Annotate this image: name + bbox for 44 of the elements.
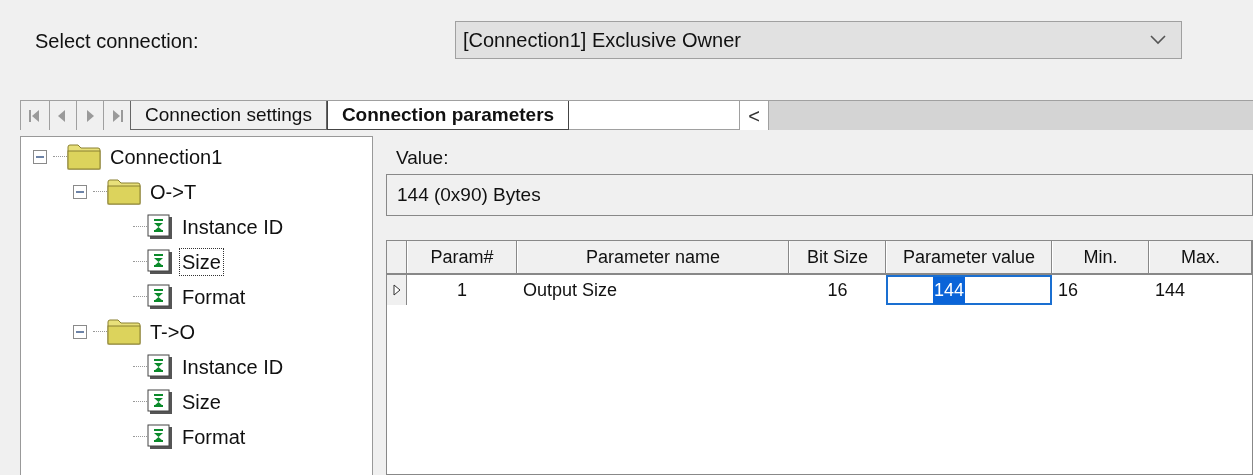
tab[interactable]: Connection parameters xyxy=(326,101,570,130)
chevron-down-icon xyxy=(1150,35,1166,45)
table-cell-text: 144 xyxy=(1154,278,1187,302)
folder-icon xyxy=(107,178,141,205)
table-cell-text: 16 xyxy=(1057,278,1080,302)
table-cell-text: 16 xyxy=(826,278,849,302)
column-header[interactable]: Parameter name xyxy=(517,241,789,273)
parameter-icon xyxy=(147,423,173,450)
parameter-icon xyxy=(147,248,173,275)
tab-scrollbar[interactable] xyxy=(769,101,1253,130)
tree-item[interactable]: Instance ID xyxy=(179,352,287,381)
connection-dropdown[interactable]: [Connection1] Exclusive Owner xyxy=(455,21,1182,59)
parameter-icon xyxy=(147,213,173,240)
folder-icon xyxy=(107,318,141,345)
cell-editor[interactable]: 144 xyxy=(886,275,1052,305)
tree-item[interactable]: Connection1 xyxy=(107,142,226,171)
column-header[interactable]: Min. xyxy=(1052,241,1149,273)
tree-item[interactable]: T->O xyxy=(147,317,198,346)
value-field: 144 (0x90) Bytes xyxy=(386,174,1253,216)
folder-icon xyxy=(67,143,101,170)
table-cell-text: 1 xyxy=(456,278,468,302)
tab-scroll-button[interactable]: < xyxy=(739,101,770,130)
column-header[interactable]: Bit Size xyxy=(789,241,886,273)
table-cell-text: Output Size xyxy=(522,278,619,302)
column-header[interactable]: Param# xyxy=(407,241,517,273)
tree-item[interactable]: O->T xyxy=(147,177,200,206)
collapse-icon[interactable] xyxy=(73,184,87,199)
tree-item[interactable]: Instance ID xyxy=(179,212,287,241)
collapse-icon[interactable] xyxy=(33,149,47,164)
collapse-icon[interactable] xyxy=(73,324,87,339)
parameter-icon xyxy=(147,283,173,310)
current-row-icon xyxy=(392,284,401,296)
tree-item[interactable]: Format xyxy=(179,282,249,311)
tree-item[interactable]: Size xyxy=(179,247,224,276)
row-header[interactable] xyxy=(387,275,407,305)
select-connection-label: Select connection: xyxy=(35,29,200,54)
parameter-icon xyxy=(147,353,173,380)
tree-item[interactable]: Format xyxy=(179,422,249,451)
parameter-icon xyxy=(147,388,173,415)
column-header[interactable]: Parameter value xyxy=(886,241,1052,273)
tab[interactable]: Connection settings xyxy=(130,101,327,130)
tree-item[interactable]: Size xyxy=(179,387,224,416)
column-header[interactable]: Max. xyxy=(1149,241,1252,273)
value-label: Value: xyxy=(396,146,450,170)
